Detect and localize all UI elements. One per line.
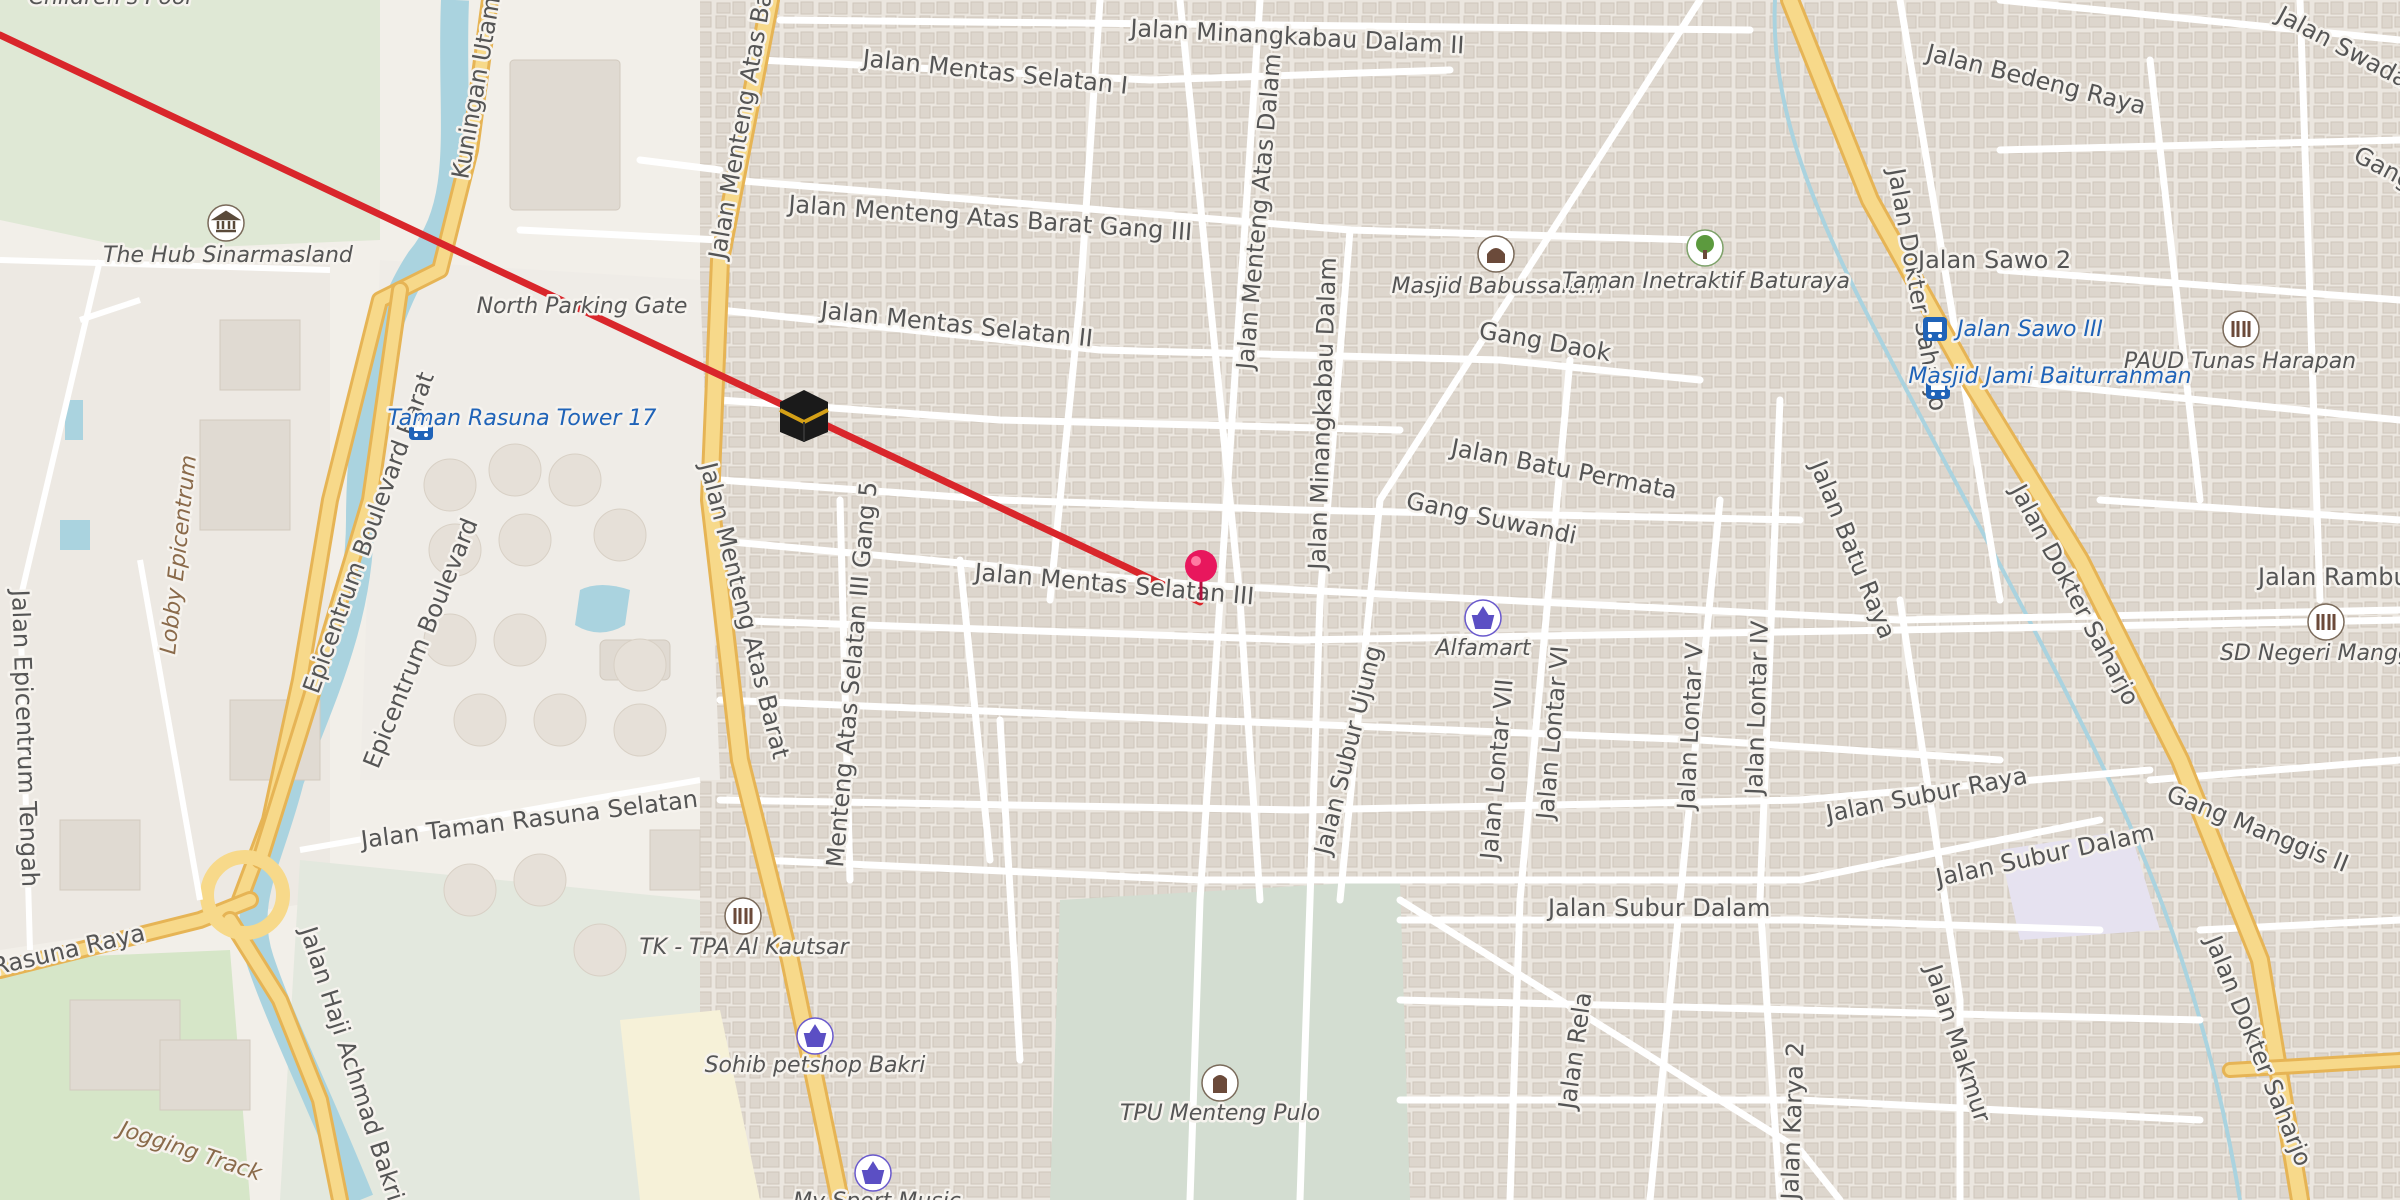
poi-label[interactable]: Children's Pool — [26, 0, 194, 13]
street-label: Jalan Taman Rasuna Selatan — [357, 785, 699, 854]
pond — [575, 585, 630, 633]
map-canvas[interactable]: Jalan Minangkabau Dalam II Jalan Mentas … — [0, 0, 2400, 1200]
poi-label[interactable]: North Parking Gate — [474, 292, 690, 322]
street-label: Jalan Karya 2 — [1776, 1042, 1810, 1200]
cemetery-area — [1050, 880, 1410, 1200]
poi-label[interactable]: TPU Menteng Pulo — [1117, 1099, 1322, 1129]
poi-label[interactable]: SD Negeri Manggarai Selatan 1 Pagi — [2218, 639, 2400, 669]
poi-label[interactable]: Jalan Sawo III — [1951, 315, 2106, 345]
poi-label[interactable]: My Sport Music — [791, 1187, 964, 1200]
street-label: Jalan Subur Dalam — [1546, 894, 1770, 922]
cemetery-icon[interactable] — [1201, 1064, 1239, 1102]
pond-small — [60, 520, 90, 550]
shopping-basket-icon[interactable] — [796, 1017, 834, 1055]
poi-label[interactable]: Taman Rasuna Tower 17 — [385, 404, 659, 434]
bus-stop-icon[interactable] — [1923, 317, 1947, 341]
poi-label[interactable]: Sohib petshop Bakri — [702, 1051, 928, 1081]
street-label: Jalan Rambu — [2256, 563, 2400, 591]
poi-label[interactable]: Alfamart — [1431, 634, 1534, 664]
shopping-basket-icon[interactable] — [854, 1154, 892, 1192]
poi-label[interactable]: TK - TPA Al Kautsar — [637, 933, 853, 963]
tree-icon[interactable] — [1686, 229, 1724, 267]
poi-label[interactable]: Taman Inetraktif Baturaya — [1560, 267, 1853, 297]
poi-label[interactable]: PAUD Tunas Harapan — [2121, 347, 2358, 377]
museum-icon[interactable] — [207, 204, 245, 242]
poi-label[interactable]: The Hub Sinarmasland — [101, 241, 357, 271]
school-icon[interactable] — [2222, 310, 2260, 348]
mosque-icon[interactable] — [1477, 235, 1515, 273]
shopping-basket-icon[interactable] — [1464, 599, 1502, 637]
street-label: Jalan Sawo 2 — [1916, 246, 2071, 274]
school-icon[interactable] — [724, 897, 762, 935]
school-icon[interactable] — [2307, 603, 2345, 641]
